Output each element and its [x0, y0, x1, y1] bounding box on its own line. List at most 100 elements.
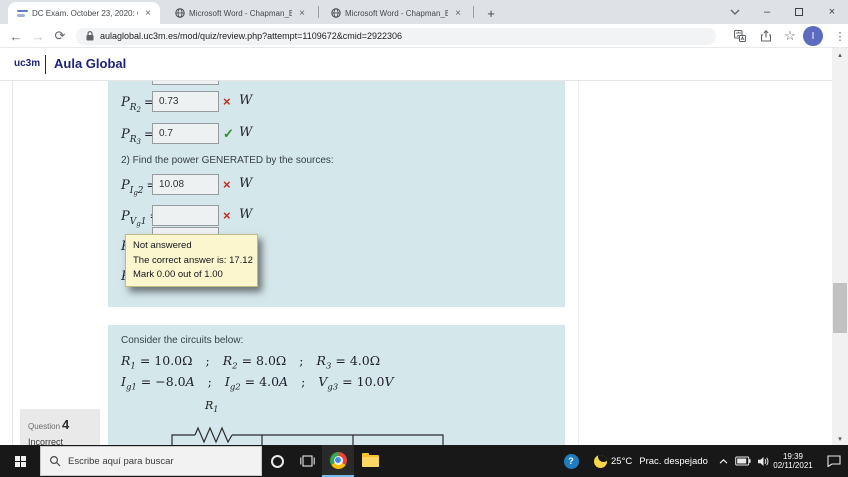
task-view-button[interactable]: [292, 445, 322, 477]
answer-input-partial[interactable]: [152, 81, 219, 85]
lock-icon: [86, 31, 94, 41]
answer-input[interactable]: [152, 205, 219, 226]
answer-input[interactable]: [152, 91, 219, 112]
weather-moon-button[interactable]: [590, 445, 610, 477]
scrollbar-thumb[interactable]: [833, 283, 847, 333]
source-values-line: Ig1 = −8.0A; Ig2 = 4.0A; Vg3 = 10.0V: [121, 374, 394, 393]
browser-menu-icon[interactable]: ⋮: [828, 24, 848, 48]
logo-divider: [45, 55, 46, 74]
tooltip-line: Mark 0.00 out of 1.00: [133, 269, 223, 280]
wrong-cross-icon: ×: [223, 208, 231, 223]
show-hidden-icons-button[interactable]: [714, 445, 732, 477]
answer-row-pig2: PIg2= × W: [108, 174, 428, 197]
site-title[interactable]: Aula Global: [54, 56, 126, 71]
tray-time: 19:39: [782, 451, 803, 461]
tab-word-1[interactable]: Microsoft Word - Chapman_Exam ×: [166, 2, 314, 24]
part2-prompt: 2) Find the power GENERATED by the sourc…: [121, 155, 334, 166]
tab-dc-exam[interactable]: DC Exam. October 23, 2020: Onli ×: [8, 2, 160, 24]
tab-title: Microsoft Word - Chapman_Exam: [189, 8, 293, 18]
bookmark-star-icon[interactable]: ☆: [778, 24, 802, 48]
weather-desc: Prac. despejado: [639, 455, 708, 467]
back-button[interactable]: ←: [6, 24, 26, 48]
content-right-border: [578, 81, 579, 445]
restore-button[interactable]: [784, 0, 814, 24]
start-button[interactable]: [0, 445, 40, 477]
battery-icon: [735, 456, 751, 466]
scroll-up-icon[interactable]: ▴: [832, 48, 848, 61]
screenshot-root: DC Exam. October 23, 2020: Onli × Micros…: [0, 0, 848, 477]
tab-title: Microsoft Word - Chapman_Exam: [345, 8, 449, 18]
page-content: PR2= × W PR3= ✓ W 2) Find the power GENE…: [0, 81, 848, 477]
windows-taskbar: Escribe aquí para buscar ? 25°C Prac. de…: [0, 445, 848, 477]
battery-tray-button[interactable]: [733, 445, 753, 477]
formula-label: PR3=: [121, 127, 155, 146]
correct-check-icon: ✓: [223, 126, 234, 141]
tab-close-icon[interactable]: ×: [296, 8, 308, 19]
tab-search-chevron-icon[interactable]: [720, 0, 750, 24]
answer-input[interactable]: [152, 123, 219, 144]
unit-label: W: [239, 93, 253, 108]
profile-avatar[interactable]: I: [803, 26, 823, 46]
address-bar[interactable]: aulaglobal.uc3m.es/mod/quiz/review.php?a…: [76, 27, 716, 45]
restore-icon: [795, 8, 803, 16]
weather-temp: 25°C: [611, 455, 633, 467]
question4-body: Consider the circuits below: R1 = 10.0Ω;…: [108, 325, 565, 445]
content-left-border: [12, 81, 13, 445]
forward-button[interactable]: →: [28, 24, 48, 48]
clock-tray-button[interactable]: 19:39 02/11/2021: [770, 445, 816, 477]
wrong-cross-icon: ×: [223, 177, 231, 192]
formula-label: PR2=: [121, 95, 155, 114]
site-header: uc3m Aula Global: [0, 48, 848, 81]
chrome-taskbar-button[interactable]: [322, 445, 354, 477]
globe-favicon-icon: [331, 8, 341, 18]
url-text: aulaglobal.uc3m.es/mod/quiz/review.php?a…: [100, 31, 403, 41]
answer-row-pr3: PR3= ✓ W: [108, 123, 428, 146]
close-window-button[interactable]: ×: [816, 0, 848, 24]
unit-label: W: [239, 125, 253, 140]
share-icon[interactable]: [754, 24, 778, 48]
tab-close-icon[interactable]: ×: [142, 8, 154, 19]
uc3m-logo[interactable]: uc3m: [14, 58, 40, 69]
new-tab-button[interactable]: +: [481, 3, 501, 23]
minimize-button[interactable]: –: [752, 0, 782, 24]
action-center-button[interactable]: [820, 445, 848, 477]
help-icon: ?: [563, 453, 579, 469]
cortana-button[interactable]: [262, 445, 292, 477]
weather-widget[interactable]: 25°C Prac. despejado: [611, 445, 711, 477]
globe-favicon-icon: [175, 8, 185, 18]
answer-row-pvg1: PVg1= × W: [108, 205, 428, 228]
tab-close-icon[interactable]: ×: [452, 8, 464, 19]
task-view-icon: [299, 455, 315, 467]
feedback-tooltip: Not answered The correct answer is: 17.1…: [125, 234, 258, 287]
file-explorer-button[interactable]: [354, 445, 386, 477]
reload-button[interactable]: ⟳: [50, 24, 70, 48]
circuit-diagram: [171, 426, 444, 445]
moon-icon: [593, 454, 607, 468]
translate-icon[interactable]: [728, 24, 752, 48]
search-placeholder: Escribe aquí para buscar: [68, 455, 174, 467]
unit-label: W: [239, 207, 253, 222]
taskbar-search-input[interactable]: Escribe aquí para buscar: [40, 446, 262, 476]
unit-label: W: [239, 176, 253, 191]
answer-row-pr2: PR2= × W: [108, 91, 428, 114]
resistor-values-line: R1 = 10.0Ω; R2 = 8.0Ω; R3 = 4.0Ω: [121, 353, 381, 372]
windows-logo-icon: [14, 455, 26, 467]
cortana-icon: [270, 454, 284, 468]
question4-intro: Consider the circuits below:: [121, 335, 244, 346]
folder-icon: [361, 453, 379, 467]
tab-title: DC Exam. October 23, 2020: Onli: [32, 8, 138, 18]
search-icon: [49, 455, 61, 467]
page-scrollbar[interactable]: ▴ ▾: [832, 48, 848, 445]
tooltip-line: Not answered: [133, 240, 192, 251]
get-help-tray-button[interactable]: ?: [558, 445, 584, 477]
scroll-down-icon[interactable]: ▾: [832, 432, 848, 445]
question3-body: PR2= × W PR3= ✓ W 2) Find the power GENE…: [108, 81, 565, 307]
chrome-icon: [329, 451, 347, 469]
answer-input[interactable]: [152, 174, 219, 195]
tab-word-2[interactable]: Microsoft Word - Chapman_Exam ×: [322, 2, 470, 24]
question-number: 4: [62, 417, 70, 432]
browser-toolbar: ← → ⟳ aulaglobal.uc3m.es/mod/quiz/review…: [0, 24, 848, 48]
tray-date: 02/11/2021: [773, 461, 813, 470]
tab-divider: [318, 6, 319, 18]
speaker-icon: [757, 456, 768, 466]
